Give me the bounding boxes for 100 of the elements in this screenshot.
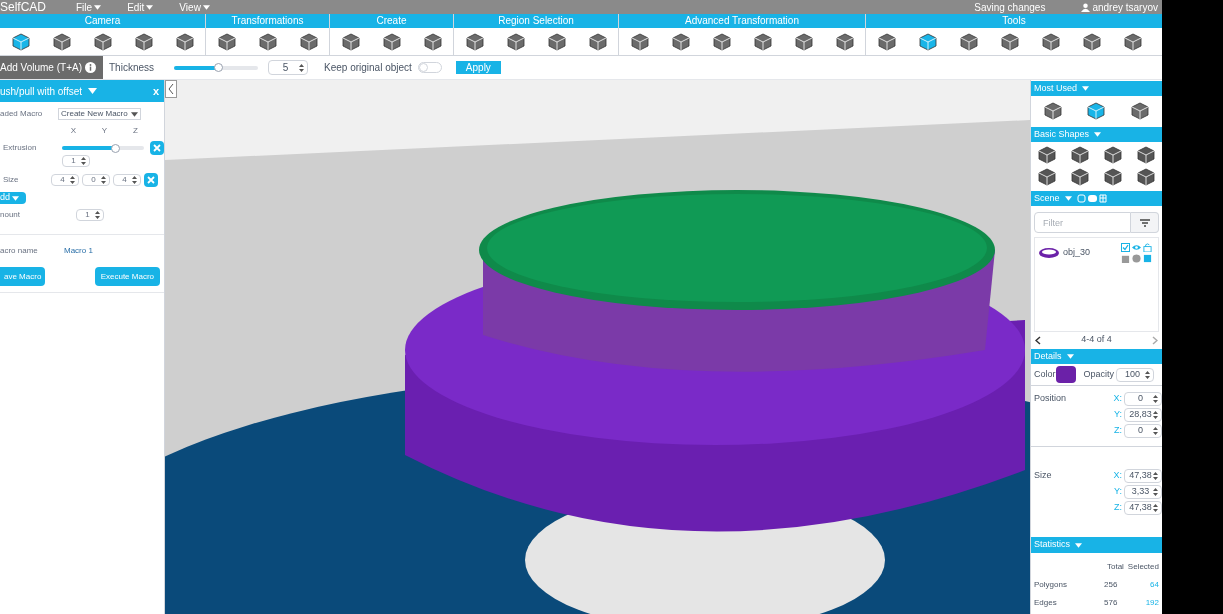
cube-icon [93, 32, 112, 51]
user-name[interactable]: andrey tsaryov [1092, 0, 1158, 15]
cube-icon [877, 32, 896, 51]
cube-icon [465, 32, 484, 51]
toolbar-group-label: Camera [0, 14, 205, 28]
shape-button[interactable] [1071, 168, 1090, 186]
thickness-label: Thickness [109, 61, 154, 75]
toolbar-group-label: Advanced Transformation [619, 14, 865, 28]
filter-button[interactable] [1131, 212, 1159, 233]
caret-icon [94, 4, 102, 10]
user-icon [1081, 2, 1091, 12]
number-input[interactable]: 1 [76, 209, 104, 221]
opacity-label: Opacity [1083, 367, 1115, 381]
spinner-arrows-icon[interactable] [1145, 370, 1151, 379]
number-input[interactable]: 3,33 [1124, 485, 1162, 499]
spinner-arrows-icon[interactable] [299, 63, 304, 72]
number-input[interactable]: 47,38 [1124, 469, 1162, 483]
axis-label: Y: [1113, 485, 1122, 499]
macro-dropdown[interactable]: Create New Macro [58, 108, 141, 120]
spinner-arrows-icon[interactable] [101, 176, 106, 184]
caret-icon [1066, 354, 1074, 359]
collapse-arrow-icon[interactable] [165, 80, 177, 98]
slider-thumb[interactable] [214, 63, 224, 72]
axis-label: Z: [1113, 424, 1122, 438]
spinner-arrows-icon[interactable] [132, 176, 137, 184]
cube-icon [258, 32, 277, 51]
previous-page-icon[interactable] [1035, 335, 1041, 345]
checkbox[interactable] [1121, 243, 1130, 252]
panel-title: ush/pull with offset [0, 84, 83, 99]
number-input[interactable]: 4 [51, 174, 79, 186]
column-header: Selected [1127, 561, 1159, 573]
info-icon[interactable] [85, 62, 96, 73]
field-label: nount [0, 209, 22, 221]
color-swatch[interactable] [1055, 366, 1076, 383]
spinner-arrows-icon[interactable] [95, 211, 100, 219]
color-label: Color [1034, 367, 1056, 381]
menu-item[interactable]: View [179, 0, 210, 15]
field-label: Extrusion [2, 142, 38, 154]
column-header: Total [1106, 561, 1124, 573]
axis-label: X: [1112, 469, 1122, 483]
toolbar-group-label: Create [330, 14, 453, 28]
cube-icon [753, 32, 772, 51]
number-input[interactable]: 0 [1124, 392, 1162, 406]
number-input[interactable]: 0 [82, 174, 110, 186]
number-input[interactable]: 47,38 [1124, 501, 1162, 515]
spinner-arrows-icon[interactable] [70, 176, 75, 184]
shape-button[interactable] [1038, 168, 1057, 186]
shape-button[interactable] [1087, 102, 1106, 120]
shape-button[interactable] [1136, 168, 1155, 186]
spinner-arrows-icon[interactable] [1153, 504, 1158, 512]
spinner-arrows-icon[interactable] [1153, 411, 1158, 419]
number-input[interactable]: 1 [62, 155, 90, 167]
spinner-arrows-icon[interactable] [1153, 472, 1158, 480]
cube-icon [918, 32, 937, 51]
number-input[interactable]: 4 [113, 174, 141, 186]
number-input[interactable]: 28,83 [1124, 408, 1162, 422]
field-label: Position [1034, 392, 1068, 405]
caret-icon [1082, 86, 1089, 91]
spinner-arrows-icon[interactable] [1153, 488, 1158, 496]
filter-field[interactable]: Filter [1034, 212, 1131, 233]
axis-label: X: [1112, 392, 1122, 406]
keep-original-toggle[interactable] [417, 62, 442, 73]
cube-icon [1082, 32, 1101, 51]
circle-icon[interactable] [1132, 254, 1141, 263]
square-icon[interactable] [1121, 254, 1130, 263]
field-label: aded Macro [0, 108, 44, 120]
shape-button[interactable] [1038, 146, 1057, 164]
pager-text: 4-4 of 4 [1081, 333, 1112, 347]
menu-item[interactable]: Edit [127, 0, 154, 15]
shape-icon [1136, 146, 1155, 164]
menu-item[interactable]: File [76, 0, 102, 15]
number-input[interactable]: 5 [268, 60, 308, 75]
table-cell-text: 192 [1144, 597, 1159, 609]
shape-button[interactable] [1043, 102, 1062, 120]
cube-icon [134, 32, 153, 51]
spinner-arrows-icon[interactable] [1153, 427, 1158, 435]
shape-button[interactable] [1136, 146, 1155, 164]
spinner-arrows-icon[interactable] [81, 157, 86, 165]
view-toggle-icon[interactable] [1076, 194, 1107, 203]
cube-icon [712, 32, 731, 51]
cube-icon [52, 32, 71, 51]
number-input[interactable]: 0 [1124, 424, 1162, 438]
shape-button[interactable] [1103, 168, 1122, 186]
spinner-arrows-icon[interactable] [1153, 395, 1158, 403]
close-icon [147, 176, 155, 184]
number-input[interactable]: 100 [1116, 367, 1155, 382]
cube-icon [299, 32, 318, 51]
cube-icon [423, 32, 442, 51]
shape-button[interactable] [1103, 146, 1122, 164]
extrusion-slider[interactable] [62, 143, 144, 153]
ring-icon [1038, 247, 1060, 259]
slider-thumb[interactable] [110, 143, 120, 153]
caret-icon [146, 4, 154, 10]
axis-label: Y: [1113, 408, 1122, 422]
table-cell-text: 256 [1104, 579, 1119, 591]
cube-icon [1000, 32, 1019, 51]
cube-icon [588, 32, 607, 51]
shape-button[interactable] [1071, 146, 1090, 164]
caret-icon [1094, 132, 1102, 137]
shape-button[interactable] [1131, 102, 1150, 120]
